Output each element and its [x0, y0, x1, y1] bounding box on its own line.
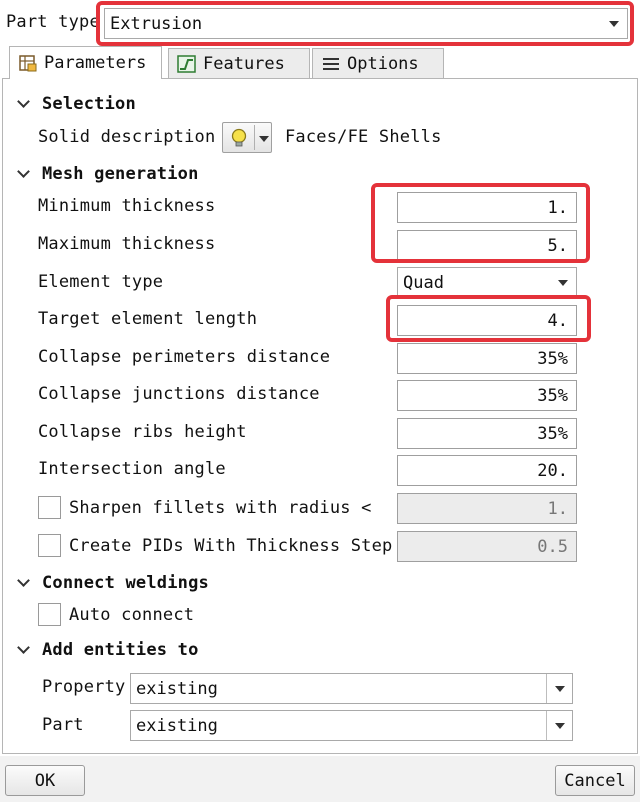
collapse-junctions-label: Collapse junctions distance — [38, 384, 320, 404]
part-dropdown[interactable]: existing — [130, 710, 573, 741]
solid-description-value: Faces/FE Shells — [285, 127, 442, 147]
dialog-button-bar — [0, 756, 640, 802]
cancel-button[interactable]: Cancel — [555, 765, 635, 796]
ok-button[interactable]: OK — [5, 765, 85, 796]
connect-weldings-header: Connect weldings — [42, 573, 209, 593]
tab-options-label: Options — [347, 53, 419, 74]
property-value: existing — [136, 678, 218, 699]
tab-options[interactable]: Options — [312, 48, 444, 78]
selection-header: Selection — [42, 94, 136, 114]
lightbulb-icon — [231, 128, 247, 147]
chevron-down-icon[interactable] — [546, 711, 572, 740]
minimum-thickness-label: Minimum thickness — [38, 196, 216, 216]
parameters-icon — [19, 55, 37, 72]
auto-connect-label: Auto connect — [69, 605, 195, 625]
tab-features[interactable]: Features — [168, 48, 310, 78]
sharpen-fillets-radius-field: 1. — [397, 493, 577, 524]
part-type-value: Extrusion — [110, 13, 203, 34]
solid-selector-button[interactable] — [222, 122, 272, 153]
mesh-generation-header: Mesh generation — [42, 164, 199, 184]
intersection-angle-field[interactable]: 20. — [397, 455, 577, 486]
target-length-highlight — [386, 295, 591, 342]
create-pids-label: Create PIDs With Thickness Step — [69, 536, 393, 556]
collapse-perimeters-field[interactable]: 35% — [397, 343, 577, 374]
property-label: Property — [42, 677, 126, 697]
collapse-junctions-field[interactable]: 35% — [397, 380, 577, 411]
tab-parameters[interactable]: Parameters — [9, 46, 162, 79]
part-label: Part — [42, 715, 84, 735]
solid-description-label: Solid description — [38, 127, 216, 147]
element-type-label: Element type — [38, 272, 164, 292]
element-type-value: Quad — [403, 272, 444, 293]
create-pids-step-field: 0.5 — [397, 531, 577, 562]
create-pids-checkbox[interactable] — [38, 534, 61, 557]
collapse-ribs-field[interactable]: 35% — [397, 418, 577, 449]
maximum-thickness-label: Maximum thickness — [38, 234, 216, 254]
chevron-down-icon[interactable] — [601, 9, 627, 38]
collapse-ribs-label: Collapse ribs height — [38, 422, 247, 442]
sharpen-fillets-checkbox[interactable] — [38, 496, 61, 519]
add-entities-header: Add entities to — [42, 640, 199, 660]
tab-parameters-label: Parameters — [44, 53, 147, 73]
target-element-length-label: Target element length — [38, 309, 258, 329]
chevron-down-icon[interactable] — [550, 268, 576, 297]
auto-connect-checkbox[interactable] — [38, 603, 61, 626]
thickness-highlight — [371, 183, 590, 263]
collapse-perimeters-label: Collapse perimeters distance — [38, 347, 331, 367]
property-dropdown[interactable]: existing — [130, 673, 573, 704]
sharpen-fillets-label: Sharpen fillets with radius < — [69, 498, 372, 518]
part-type-dropdown[interactable]: Extrusion — [104, 8, 628, 39]
intersection-angle-label: Intersection angle — [38, 459, 226, 479]
chevron-down-icon[interactable] — [546, 674, 572, 703]
solid-selector-divider — [254, 125, 255, 150]
options-icon — [323, 57, 339, 70]
features-icon — [177, 54, 196, 73]
part-value: existing — [136, 715, 218, 736]
element-type-dropdown[interactable]: Quad — [397, 267, 577, 298]
part-type-label: Part type — [6, 12, 100, 32]
tab-features-label: Features — [203, 53, 285, 74]
chevron-down-icon[interactable] — [259, 136, 269, 142]
